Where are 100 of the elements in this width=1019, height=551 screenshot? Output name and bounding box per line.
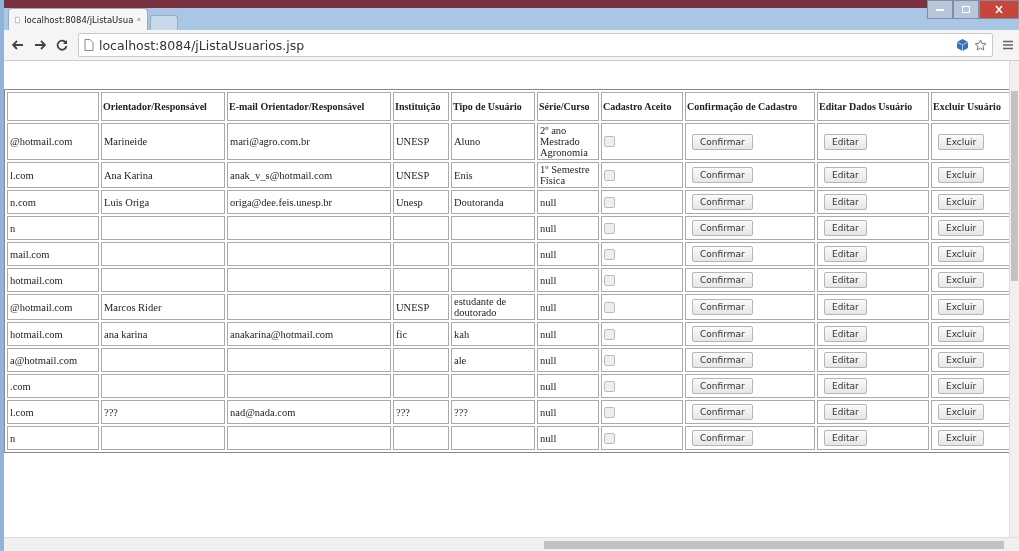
confirm-button[interactable]: Confirmar (692, 352, 753, 368)
checkbox[interactable] (604, 196, 615, 208)
minimize-button[interactable] (927, 0, 953, 19)
edit-button[interactable]: Editar (824, 299, 867, 315)
table-cell: ??? (454, 406, 468, 418)
delete-button[interactable]: Excluir (938, 272, 985, 288)
close-icon[interactable] (137, 16, 141, 23)
delete-button[interactable]: Excluir (938, 299, 985, 315)
menu-icon[interactable] (1003, 40, 1013, 50)
table-cell: .com (10, 380, 31, 392)
edit-button[interactable]: Editar (824, 352, 867, 368)
forward-icon[interactable] (34, 40, 46, 50)
delete-button[interactable]: Excluir (938, 352, 985, 368)
table-cell: null (540, 301, 557, 313)
table-cell: @hotmail.com (10, 136, 73, 147)
table-cell: Marcos Rider (104, 301, 162, 313)
column-header: Orientador/Responsável (101, 92, 225, 121)
table-cell: null (540, 354, 557, 366)
edit-button[interactable]: Editar (824, 133, 867, 150)
table-cell: hotmail.com (10, 274, 63, 286)
delete-button[interactable]: Excluir (938, 133, 985, 150)
confirm-button[interactable]: Confirmar (692, 133, 753, 150)
confirm-button[interactable]: Confirmar (692, 272, 753, 288)
maximize-icon (961, 5, 971, 14)
table-cell: anak_v_s@hotmail.com (230, 169, 333, 181)
confirm-button[interactable]: Confirmar (692, 430, 753, 446)
table-cell: fic (396, 328, 408, 340)
confirm-button[interactable]: Confirmar (692, 378, 753, 394)
confirm-button[interactable]: Confirmar (692, 246, 753, 262)
table-cell: Marineide (104, 136, 148, 147)
confirm-button[interactable]: Confirmar (692, 220, 753, 236)
browser-tab[interactable]: localhost:8084/jListaUsua (8, 8, 148, 30)
checkbox[interactable] (604, 328, 615, 340)
edit-button[interactable]: Editar (824, 220, 867, 236)
table-cell: UNESP (396, 169, 430, 181)
edit-button[interactable]: Editar (824, 430, 867, 446)
checkbox[interactable] (604, 380, 615, 392)
cube-icon[interactable] (956, 38, 969, 52)
edit-button[interactable]: Editar (824, 272, 867, 288)
delete-button[interactable]: Excluir (938, 378, 985, 394)
maximize-button[interactable] (953, 0, 979, 19)
confirm-button[interactable]: Confirmar (692, 167, 753, 183)
table-cell: null (540, 432, 557, 444)
table-cell: l.com (10, 406, 34, 418)
table-cell: null (540, 406, 557, 418)
delete-button[interactable]: Excluir (938, 220, 985, 236)
checkbox[interactable] (604, 169, 615, 181)
table-cell: mari@agro.com.br (230, 136, 310, 147)
table-cell: hotmail.com (10, 328, 63, 340)
edit-button[interactable]: Editar (824, 326, 867, 342)
confirm-button[interactable]: Confirmar (692, 299, 753, 315)
checkbox[interactable] (604, 222, 615, 234)
table-cell: Ana Karina (104, 169, 153, 181)
horizontal-scrollbar[interactable] (4, 537, 1019, 551)
table-cell: mail.com (10, 248, 50, 260)
delete-button[interactable]: Excluir (938, 430, 985, 446)
delete-button[interactable]: Excluir (938, 404, 985, 420)
table-cell: null (540, 248, 557, 260)
column-header: E-mail Orientador/Responsável (227, 92, 391, 121)
table-cell: Aluno (454, 136, 481, 147)
table-cell: Unesp (396, 196, 423, 208)
checkbox[interactable] (604, 274, 615, 286)
reload-icon[interactable] (56, 39, 68, 51)
table-cell: null (540, 196, 557, 208)
confirm-button[interactable]: Confirmar (692, 326, 753, 342)
delete-button[interactable]: Excluir (938, 246, 985, 262)
column-header: Tipo de Usuário (451, 92, 535, 121)
edit-button[interactable]: Editar (824, 246, 867, 262)
delete-button[interactable]: Excluir (938, 326, 985, 342)
table-cell: n (10, 432, 16, 444)
table-cell: 1º Semestre Física (540, 164, 590, 186)
table-cell: origa@dee.feis.unesp.br (230, 196, 333, 208)
checkbox[interactable] (604, 432, 615, 444)
delete-button[interactable]: Excluir (938, 167, 985, 183)
vertical-scrollbar[interactable] (1009, 61, 1019, 537)
star-icon[interactable] (974, 38, 987, 52)
checkbox[interactable] (604, 136, 615, 147)
column-header: Instituição (393, 92, 449, 121)
tab-title: localhost:8084/jListaUsua (24, 14, 134, 25)
edit-button[interactable]: Editar (824, 378, 867, 394)
edit-button[interactable]: Editar (824, 167, 867, 183)
delete-button[interactable]: Excluir (938, 194, 985, 210)
checkbox[interactable] (604, 354, 615, 366)
confirm-button[interactable]: Confirmar (692, 404, 753, 420)
column-header: Cadastro Aceito (601, 92, 683, 121)
checkbox[interactable] (604, 406, 615, 418)
confirm-button[interactable]: Confirmar (692, 194, 753, 210)
checkbox[interactable] (604, 301, 615, 313)
table-cell: n.com (10, 196, 36, 208)
table-cell: Enis (454, 169, 473, 181)
table-cell: kah (454, 328, 470, 340)
table-cell: nad@nada.com (230, 406, 296, 418)
edit-button[interactable]: Editar (824, 194, 867, 210)
address-bar[interactable]: localhost:8084/jListaUsuarios.jsp (78, 33, 993, 57)
table-cell: a@hotmail.com (10, 354, 78, 366)
edit-button[interactable]: Editar (824, 404, 867, 420)
back-icon[interactable] (12, 40, 24, 50)
new-tab-button[interactable] (150, 15, 178, 30)
close-window-button[interactable] (979, 0, 1019, 19)
checkbox[interactable] (604, 248, 615, 260)
